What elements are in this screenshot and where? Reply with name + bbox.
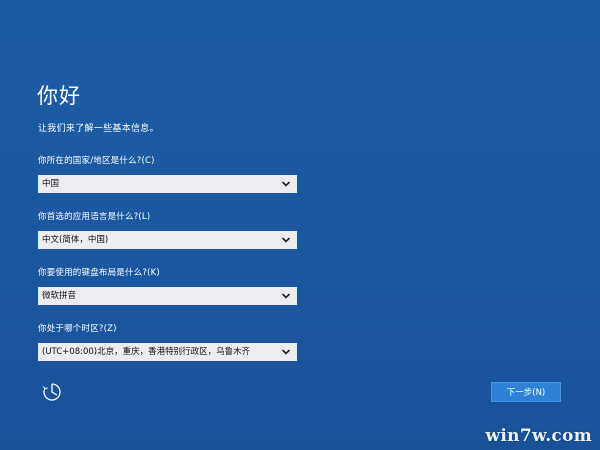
watermark: win7w.com <box>485 426 592 446</box>
page-subtitle: 让我们来了解一些基本信息。 <box>38 124 159 134</box>
timezone-select-value: (UTC+08:00)北京，重庆，香港特别行政区，乌鲁木齐 <box>42 347 251 357</box>
country-select[interactable]: 中国 <box>38 175 297 193</box>
timezone-select[interactable]: (UTC+08:00)北京，重庆，香港特别行政区，乌鲁木齐 <box>38 343 297 361</box>
chevron-down-icon <box>281 181 291 187</box>
language-label: 你首选的应用语言是什么?(L) <box>38 212 151 222</box>
chevron-down-icon <box>281 293 291 299</box>
keyboard-label: 你要使用的键盘布局是什么?(K) <box>38 268 160 278</box>
language-select[interactable]: 中文(简体，中国) <box>38 231 297 249</box>
language-select-value: 中文(简体，中国) <box>42 235 109 245</box>
page-title: 你好 <box>37 84 81 108</box>
country-select-value: 中国 <box>42 179 60 189</box>
setup-screen: 你好 让我们来了解一些基本信息。 你所在的国家/地区是什么?(C) 中国 你首选… <box>0 0 600 450</box>
chevron-down-icon <box>281 349 291 355</box>
keyboard-select-value: 微软拼音 <box>42 291 77 301</box>
keyboard-select[interactable]: 微软拼音 <box>38 287 297 305</box>
country-label: 你所在的国家/地区是什么?(C) <box>38 156 155 166</box>
next-button[interactable]: 下一步(N) <box>491 382 561 402</box>
ease-of-access-icon[interactable] <box>42 382 62 402</box>
chevron-down-icon <box>281 237 291 243</box>
timezone-label: 你处于哪个时区?(Z) <box>38 324 117 334</box>
